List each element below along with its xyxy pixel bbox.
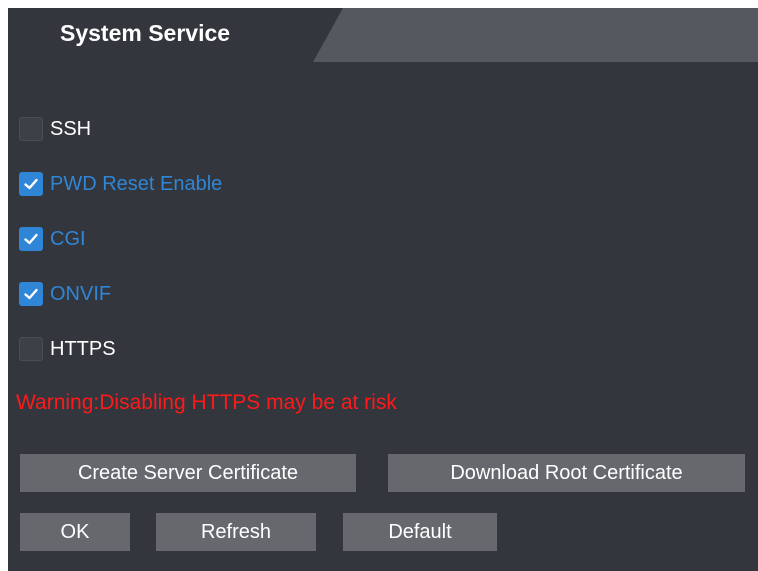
option-onvif[interactable]: ONVIF (19, 279, 111, 309)
option-cgi[interactable]: CGI (19, 224, 86, 254)
default-button[interactable]: Default (343, 513, 497, 551)
onvif-label: ONVIF (50, 282, 112, 305)
option-ssh[interactable]: SSH (19, 114, 91, 144)
tab-bar: System Service (8, 8, 758, 62)
pwd-reset-enable-checkbox[interactable] (19, 172, 43, 196)
refresh-button[interactable]: Refresh (156, 513, 316, 551)
onvif-checkbox[interactable] (19, 282, 43, 306)
system-service-panel: System Service SSH PWD Reset Enable CGI … (8, 8, 758, 571)
download-root-certificate-button[interactable]: Download Root Certificate (388, 454, 745, 492)
cgi-label: CGI (50, 227, 86, 250)
cgi-checkbox[interactable] (19, 227, 43, 251)
https-label: HTTPS (50, 337, 116, 360)
https-warning-text: Warning:Disabling HTTPS may be at risk (16, 391, 397, 414)
pwd-reset-enable-label: PWD Reset Enable (50, 172, 223, 195)
tab-system-service[interactable]: System Service (8, 8, 343, 62)
https-checkbox[interactable] (19, 337, 43, 361)
ssh-checkbox[interactable] (19, 117, 43, 141)
option-pwd-reset-enable[interactable]: PWD Reset Enable (19, 169, 222, 199)
option-https[interactable]: HTTPS (19, 334, 116, 364)
checkmark-icon (24, 233, 38, 245)
ssh-label: SSH (50, 117, 92, 140)
tab-title: System Service (60, 20, 231, 46)
checkmark-icon (24, 288, 38, 300)
ok-button[interactable]: OK (20, 513, 130, 551)
create-server-certificate-button[interactable]: Create Server Certificate (20, 454, 356, 492)
checkmark-icon (24, 178, 38, 190)
